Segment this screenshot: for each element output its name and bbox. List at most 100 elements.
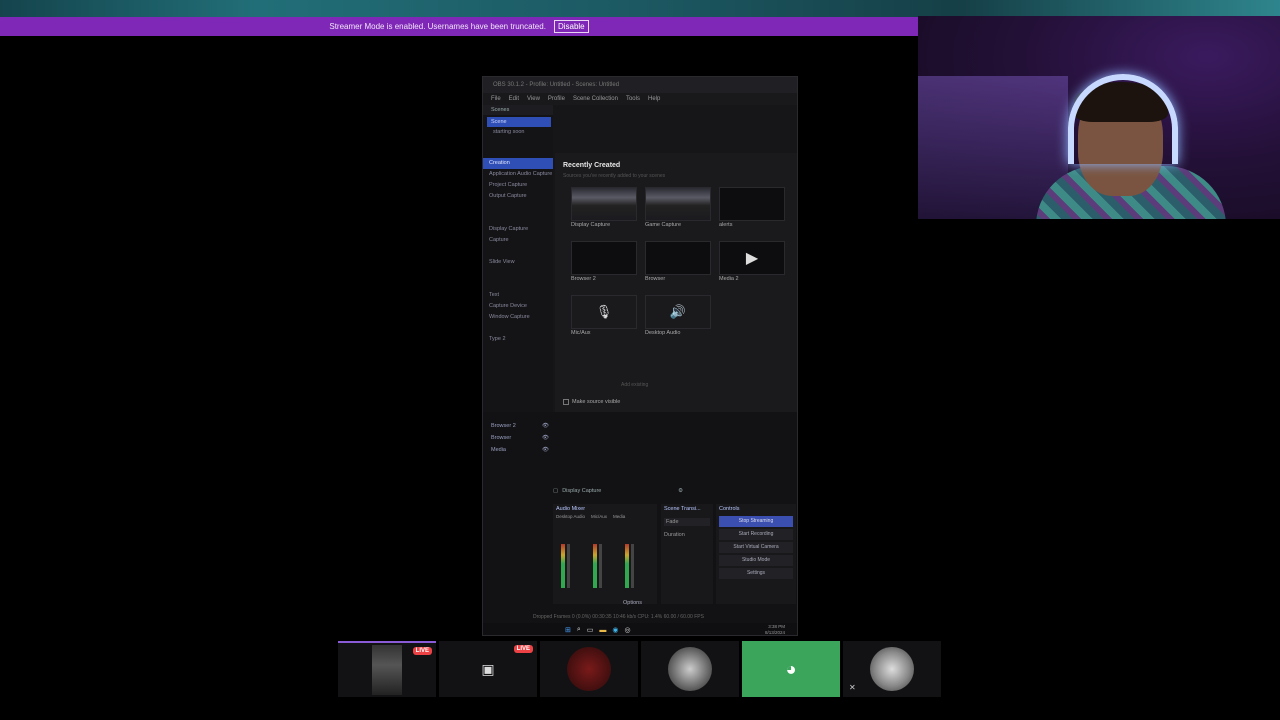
avatar [668, 647, 712, 691]
studio-mode-button[interactable]: Studio Mode [719, 555, 793, 566]
participant-tile[interactable]: ◕ [742, 641, 840, 697]
menu-scene-collection[interactable]: Scene Collection [573, 96, 618, 102]
source-type-item[interactable]: Text [483, 290, 553, 301]
meter-bar [625, 544, 629, 588]
obs-titlebar: OBS 30.1.2 - Profile: Untitled - Scenes:… [483, 77, 797, 93]
make-visible-row[interactable]: Make source visible [563, 399, 620, 405]
scene-item[interactable]: Scene [487, 117, 551, 127]
source-tile[interactable]: Game Capture [645, 187, 711, 229]
participant-tile[interactable]: ✕ [843, 641, 941, 697]
source-type-item[interactable]: Type 2 [483, 334, 553, 345]
browser-icon[interactable]: ◉ [612, 626, 618, 634]
menu-help[interactable]: Help [648, 96, 660, 102]
source-row[interactable]: Browser 2 👁 [491, 420, 549, 432]
source-tile-label: Mic/Aux [571, 330, 591, 336]
menu-view[interactable]: View [527, 96, 540, 102]
mixer-channel-label: Media [613, 514, 626, 519]
source-type-item[interactable]: Creation [483, 158, 553, 169]
source-type-item[interactable]: Project Capture [483, 180, 553, 191]
participant-tile-stream[interactable]: LIVE [338, 641, 436, 697]
make-visible-checkbox[interactable] [563, 399, 569, 405]
source-type-item[interactable] [483, 323, 553, 334]
streamer-mode-message: Streamer Mode is enabled. Usernames have… [329, 22, 546, 31]
webcam-feed[interactable] [918, 16, 1280, 219]
participant-tile[interactable] [540, 641, 638, 697]
browser-thumbnail [571, 241, 637, 275]
obs-lower-panel: Browser 2 👁 Browser 👁 Media 👁 ▢ Display Cap… [483, 412, 797, 635]
source-type-item[interactable]: Display Capture [483, 224, 553, 235]
avatar [567, 647, 611, 691]
participant-strip: LIVE ▣ LIVE ◕ ✕ [338, 641, 942, 697]
menu-edit[interactable]: Edit [509, 96, 519, 102]
start-recording-button[interactable]: Start Recording [719, 529, 793, 540]
obs-window-stream[interactable]: OBS 30.1.2 - Profile: Untitled - Scenes:… [482, 76, 798, 636]
source-type-item[interactable] [483, 202, 553, 213]
volume-meter[interactable] [593, 544, 611, 588]
source-type-item[interactable] [483, 279, 553, 290]
source-name: Browser 2 [491, 423, 516, 429]
folder-icon[interactable]: ▬ [599, 627, 606, 634]
volume-meter[interactable] [561, 544, 579, 588]
volume-meter[interactable] [625, 544, 643, 588]
source-tile[interactable]: Display Capture [571, 187, 637, 229]
preview-source-name: Display Capture [562, 488, 602, 494]
fader[interactable] [631, 544, 634, 588]
source-name: Media [491, 447, 506, 453]
discord-logo-icon: ◕ [785, 658, 797, 679]
source-type-item[interactable] [483, 213, 553, 224]
eye-icon[interactable]: 👁 [542, 444, 549, 456]
participant-tile-screen[interactable]: ▣ LIVE [439, 641, 537, 697]
sources-list: Browser 2 👁 Browser 👁 Media 👁 [491, 420, 549, 456]
scene-item[interactable]: starting soon [483, 127, 553, 138]
menu-file[interactable]: File [491, 96, 501, 102]
stop-streaming-button[interactable]: Stop Streaming [719, 516, 793, 527]
search-icon[interactable]: ⌕ [577, 626, 581, 634]
recently-created-title: Recently Created [563, 162, 621, 169]
headset-icon [1068, 74, 1178, 164]
fader[interactable] [567, 544, 570, 588]
windows-taskbar: ⊞ ⌕ ▭ ▬ ◉ ◎ 3:38 PM 8/13/2024 [483, 623, 797, 635]
transition-select[interactable]: Fade [664, 518, 710, 526]
participant-tile[interactable] [641, 641, 739, 697]
obs-icon[interactable]: ◎ [625, 626, 631, 634]
source-tile[interactable]: alerts [719, 187, 785, 229]
make-visible-label: Make source visible [572, 399, 621, 405]
source-type-item[interactable]: Output Capture [483, 191, 553, 202]
source-row[interactable]: Browser 👁 [491, 432, 549, 444]
duration-label: Duration [664, 532, 685, 538]
fader[interactable] [599, 544, 602, 588]
source-type-item[interactable]: Application Audio Capture (BETA) [483, 169, 553, 180]
source-tile[interactable]: 🔊 Desktop Audio [645, 295, 711, 337]
source-tile[interactable]: 🎙 Mic/Aux [571, 295, 637, 337]
start-virtual-camera-button[interactable]: Start Virtual Camera [719, 542, 793, 553]
source-type-item[interactable]: Capture Device [483, 301, 553, 312]
source-tile[interactable]: Browser [645, 241, 711, 283]
source-type-item[interactable]: Capture [483, 235, 553, 246]
gear-icon[interactable]: ⚙ [678, 488, 683, 494]
meter-bar [593, 544, 597, 588]
menu-profile[interactable]: Profile [548, 96, 565, 102]
settings-button[interactable]: Settings [719, 568, 793, 579]
obs-menubar: File Edit View Profile Scene Collection … [483, 93, 797, 105]
options-label[interactable]: Options [623, 600, 642, 606]
eye-icon[interactable]: 👁 [542, 420, 549, 432]
source-type-item[interactable] [483, 246, 553, 257]
source-type-item[interactable]: Window Capture [483, 312, 553, 323]
source-tile-label: Display Capture [571, 222, 611, 228]
source-name: Browser [491, 435, 512, 441]
source-tile-label: Browser [645, 276, 666, 282]
menu-tools[interactable]: Tools [626, 96, 640, 102]
speaker-icon: 🔊 [645, 295, 711, 329]
eye-icon[interactable]: 👁 [542, 432, 549, 444]
source-type-item[interactable]: Slide View [483, 257, 553, 268]
windows-start-icon[interactable]: ⊞ [565, 626, 571, 634]
source-tile[interactable]: ▶ Media 2 [719, 241, 785, 283]
clock-date: 8/13/2024 [764, 630, 785, 635]
taskview-icon[interactable]: ▭ [587, 626, 594, 634]
disable-streamer-mode-button[interactable]: Disable [553, 20, 589, 33]
source-row[interactable]: Media 👁 [491, 444, 549, 456]
source-tile[interactable]: Browser 2 [571, 241, 637, 283]
source-type-item[interactable] [483, 268, 553, 279]
audio-mixer: Audio Mixer Desktop Audio Mic/Aux Media [553, 504, 657, 604]
scene-transitions-panel: Scene Transi... Fade Duration [661, 504, 713, 604]
